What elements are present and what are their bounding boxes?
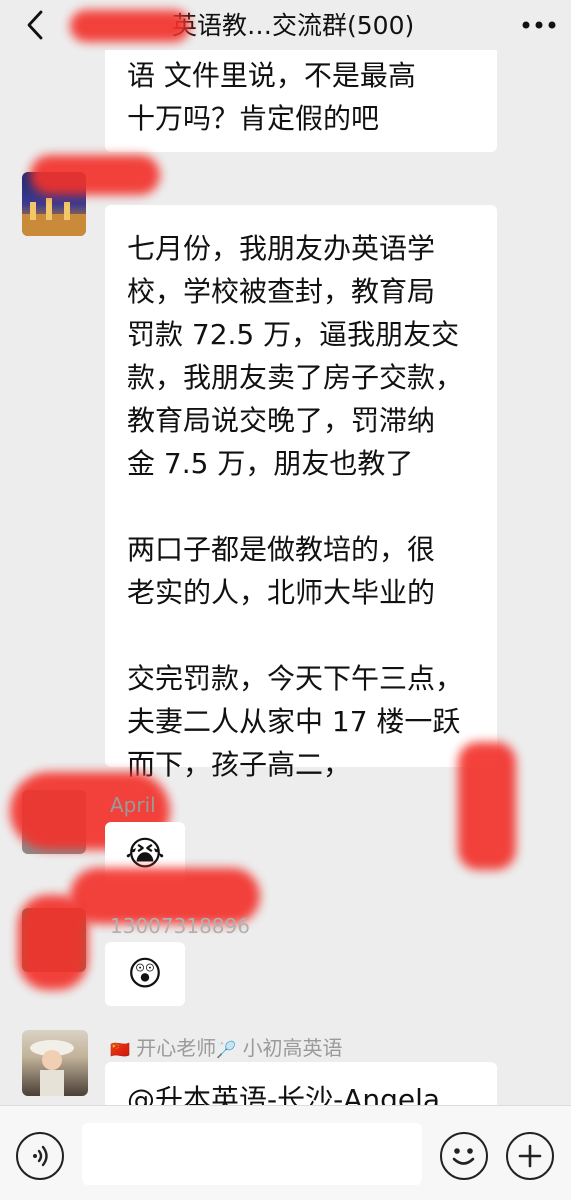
plus-icon — [518, 1144, 542, 1168]
avatar-photo — [30, 1040, 74, 1096]
message-bubble[interactable]: 七月份，我朋友办英语学 校，学校被查封，教育局 罚款 72.5 万，逼我朋友交 … — [105, 205, 497, 781]
emoji-button[interactable] — [440, 1132, 488, 1180]
chevron-left-icon — [27, 10, 43, 40]
badminton-icon: 🏸 — [216, 1040, 237, 1059]
message-text: 七月份，我朋友办英语学 校，学校被查封，教育局 罚款 72.5 万，逼我朋友交 … — [127, 232, 464, 781]
chat-screen: 英语教…交流群(500) 语 文件里说，不是最高 十万吗？肯定假的吧 七月份，我… — [0, 0, 571, 1200]
sender-name: 13007318896 — [110, 914, 250, 938]
sender-name: 🇨🇳 开心老师🏸 小初高英语 — [110, 1032, 343, 1061]
voice-icon — [33, 1145, 48, 1167]
message-text: @升本英语-长沙-Angela — [127, 1083, 441, 1105]
voice-button[interactable] — [16, 1132, 64, 1180]
message-bubble[interactable]: 语 文件里说，不是最高 十万吗？肯定假的吧 — [105, 50, 497, 152]
smiley-icon — [452, 1148, 475, 1165]
message-bubble[interactable]: 😲 — [105, 942, 185, 1006]
avatar[interactable] — [22, 1030, 88, 1096]
astonished-emoji: 😲 — [127, 954, 163, 994]
redaction-mark — [70, 10, 190, 42]
more-actions-button[interactable] — [506, 1132, 554, 1180]
message-list: 语 文件里说，不是最高 十万吗？肯定假的吧 七月份，我朋友办英语学 校，学校被查… — [0, 50, 571, 1105]
sender-name: April — [110, 793, 156, 817]
message-bubble[interactable]: @升本英语-长沙-Angela — [105, 1062, 497, 1105]
redaction-mark — [458, 742, 516, 870]
chat-title: 英语教…交流群(500) — [172, 11, 415, 40]
sender-subtitle: 小初高英语 — [242, 1036, 343, 1060]
back-button[interactable] — [18, 8, 52, 42]
message-text: 语 文件里说，不是最高 十万吗？肯定假的吧 — [127, 59, 416, 135]
sender-nickname: 开心老师 — [136, 1036, 217, 1060]
china-flag-icon: 🇨🇳 — [110, 1040, 130, 1059]
more-button[interactable] — [519, 8, 559, 42]
input-bar — [0, 1105, 571, 1200]
chat-header: 英语教…交流群(500) — [0, 0, 571, 50]
redaction-mark — [30, 155, 160, 195]
more-icon — [522, 21, 556, 29]
message-input[interactable] — [82, 1123, 422, 1185]
